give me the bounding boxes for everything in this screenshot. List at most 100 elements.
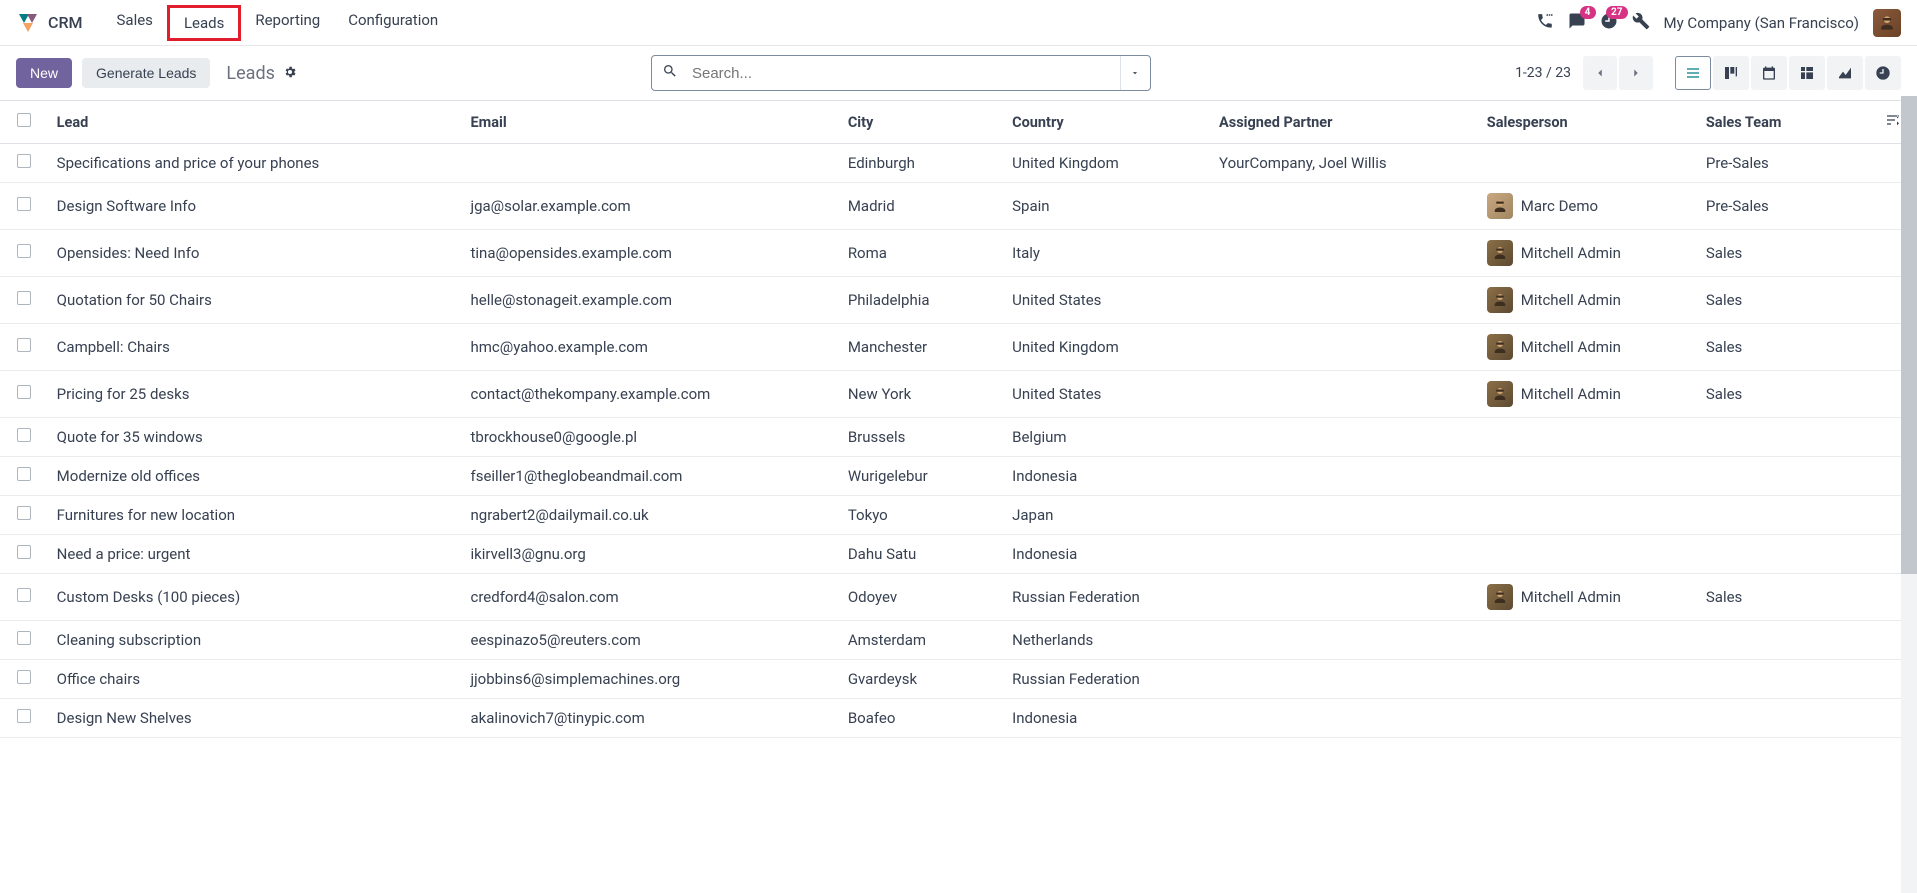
pager: 1-23 / 23 [1505, 56, 1653, 90]
cell-country: Indonesia [1004, 699, 1211, 738]
pager-next-button[interactable] [1619, 56, 1653, 90]
company-switcher[interactable]: My Company (San Francisco) [1664, 14, 1859, 32]
search-container [651, 55, 1151, 91]
pivot-view-button[interactable] [1789, 56, 1825, 90]
gear-icon[interactable] [283, 63, 297, 84]
search-input[interactable] [688, 65, 1120, 82]
table-row[interactable]: Quote for 35 windowstbrockhouse0@google.… [0, 418, 1917, 457]
cell-partner: YourCompany, Joel Willis [1211, 144, 1479, 183]
table-row[interactable]: Cleaning subscriptioneespinazo5@reuters.… [0, 621, 1917, 660]
debug-icon[interactable] [1632, 12, 1650, 34]
search-options-toggle[interactable] [1120, 56, 1150, 90]
table-row[interactable]: Design New Shelvesakalinovich7@tinypic.c… [0, 699, 1917, 738]
row-checkbox[interactable] [17, 197, 31, 211]
nav-item-leads[interactable]: Leads [167, 5, 241, 41]
calendar-view-button[interactable] [1751, 56, 1787, 90]
table-row[interactable]: Opensides: Need Infotina@opensides.examp… [0, 230, 1917, 277]
table-row[interactable]: Modernize old officesfseiller1@theglobea… [0, 457, 1917, 496]
row-checkbox[interactable] [17, 467, 31, 481]
list-view-button[interactable] [1675, 56, 1711, 90]
nav-item-sales[interactable]: Sales [103, 5, 167, 41]
messaging-icon[interactable]: 4 [1568, 12, 1586, 34]
cell-lead: Specifications and price of your phones [49, 144, 463, 183]
row-checkbox[interactable] [17, 709, 31, 723]
columns-options-icon[interactable] [1885, 112, 1901, 128]
cell-city: Tokyo [840, 496, 1004, 535]
row-checkbox[interactable] [17, 291, 31, 305]
voip-icon[interactable] [1536, 12, 1554, 34]
cell-salesperson [1479, 699, 1698, 738]
col-header-team[interactable]: Sales Team [1698, 101, 1868, 144]
cell-city: Wurigelebur [840, 457, 1004, 496]
row-checkbox[interactable] [17, 545, 31, 559]
leads-table: Lead Email City Country Assigned Partner… [0, 100, 1917, 738]
kanban-view-button[interactable] [1713, 56, 1749, 90]
row-checkbox[interactable] [17, 670, 31, 684]
cell-city: Philadelphia [840, 277, 1004, 324]
cell-email: tbrockhouse0@google.pl [463, 418, 840, 457]
salesperson-cell: Mitchell Admin [1487, 240, 1690, 266]
salesperson-avatar [1487, 381, 1513, 407]
row-checkbox[interactable] [17, 506, 31, 520]
table-row[interactable]: Specifications and price of your phonesE… [0, 144, 1917, 183]
scrollbar[interactable] [1901, 96, 1917, 893]
select-all-checkbox[interactable] [17, 113, 31, 127]
activity-view-button[interactable] [1865, 56, 1901, 90]
breadcrumb: Leads [226, 63, 296, 84]
cell-country: Netherlands [1004, 621, 1211, 660]
activities-icon[interactable]: 27 [1600, 12, 1618, 34]
scrollbar-thumb[interactable] [1901, 96, 1917, 574]
cell-lead: Campbell: Chairs [49, 324, 463, 371]
col-header-country[interactable]: Country [1004, 101, 1211, 144]
row-checkbox[interactable] [17, 385, 31, 399]
table-row[interactable]: Design Software Infojga@solar.example.co… [0, 183, 1917, 230]
cell-team [1698, 535, 1868, 574]
cell-lead: Pricing for 25 desks [49, 371, 463, 418]
row-checkbox[interactable] [17, 588, 31, 602]
table-row[interactable]: Campbell: Chairshmc@yahoo.example.comMan… [0, 324, 1917, 371]
app-name[interactable]: CRM [48, 13, 83, 32]
cell-salesperson [1479, 535, 1698, 574]
table-row[interactable]: Furnitures for new locationngrabert2@dai… [0, 496, 1917, 535]
graph-view-button[interactable] [1827, 56, 1863, 90]
nav-item-reporting[interactable]: Reporting [241, 5, 334, 41]
cell-salesperson: Mitchell Admin [1479, 230, 1698, 277]
cell-salesperson: Mitchell Admin [1479, 277, 1698, 324]
pager-text[interactable]: 1-23 / 23 [1505, 65, 1581, 81]
cell-city: Roma [840, 230, 1004, 277]
nav-item-configuration[interactable]: Configuration [334, 5, 452, 41]
cell-email: helle@stonageit.example.com [463, 277, 840, 324]
pager-prev-button[interactable] [1583, 56, 1617, 90]
user-avatar[interactable] [1873, 9, 1901, 37]
col-header-lead[interactable]: Lead [49, 101, 463, 144]
col-header-email[interactable]: Email [463, 101, 840, 144]
new-button[interactable]: New [16, 58, 72, 88]
table-row[interactable]: Office chairsjjobbins6@simplemachines.or… [0, 660, 1917, 699]
cell-team: Sales [1698, 230, 1868, 277]
table-row[interactable]: Pricing for 25 deskscontact@thekompany.e… [0, 371, 1917, 418]
cell-team: Sales [1698, 574, 1868, 621]
table-row[interactable]: Custom Desks (100 pieces)credford4@salon… [0, 574, 1917, 621]
cell-email: fseiller1@theglobeandmail.com [463, 457, 840, 496]
cell-email: hmc@yahoo.example.com [463, 324, 840, 371]
col-header-partner[interactable]: Assigned Partner [1211, 101, 1479, 144]
cell-partner [1211, 324, 1479, 371]
row-checkbox[interactable] [17, 631, 31, 645]
cell-lead: Furnitures for new location [49, 496, 463, 535]
col-header-city[interactable]: City [840, 101, 1004, 144]
cell-city: Amsterdam [840, 621, 1004, 660]
salesperson-cell: Mitchell Admin [1487, 334, 1690, 360]
table-row[interactable]: Need a price: urgentikirvell3@gnu.orgDah… [0, 535, 1917, 574]
cell-email: ngrabert2@dailymail.co.uk [463, 496, 840, 535]
generate-leads-button[interactable]: Generate Leads [82, 58, 210, 88]
row-checkbox[interactable] [17, 428, 31, 442]
table-row[interactable]: Quotation for 50 Chairshelle@stonageit.e… [0, 277, 1917, 324]
row-checkbox[interactable] [17, 338, 31, 352]
cell-partner [1211, 418, 1479, 457]
row-checkbox[interactable] [17, 244, 31, 258]
row-checkbox[interactable] [17, 154, 31, 168]
col-header-salesperson[interactable]: Salesperson [1479, 101, 1698, 144]
cell-salesperson [1479, 621, 1698, 660]
salesperson-name: Mitchell Admin [1521, 588, 1621, 606]
cell-partner [1211, 699, 1479, 738]
